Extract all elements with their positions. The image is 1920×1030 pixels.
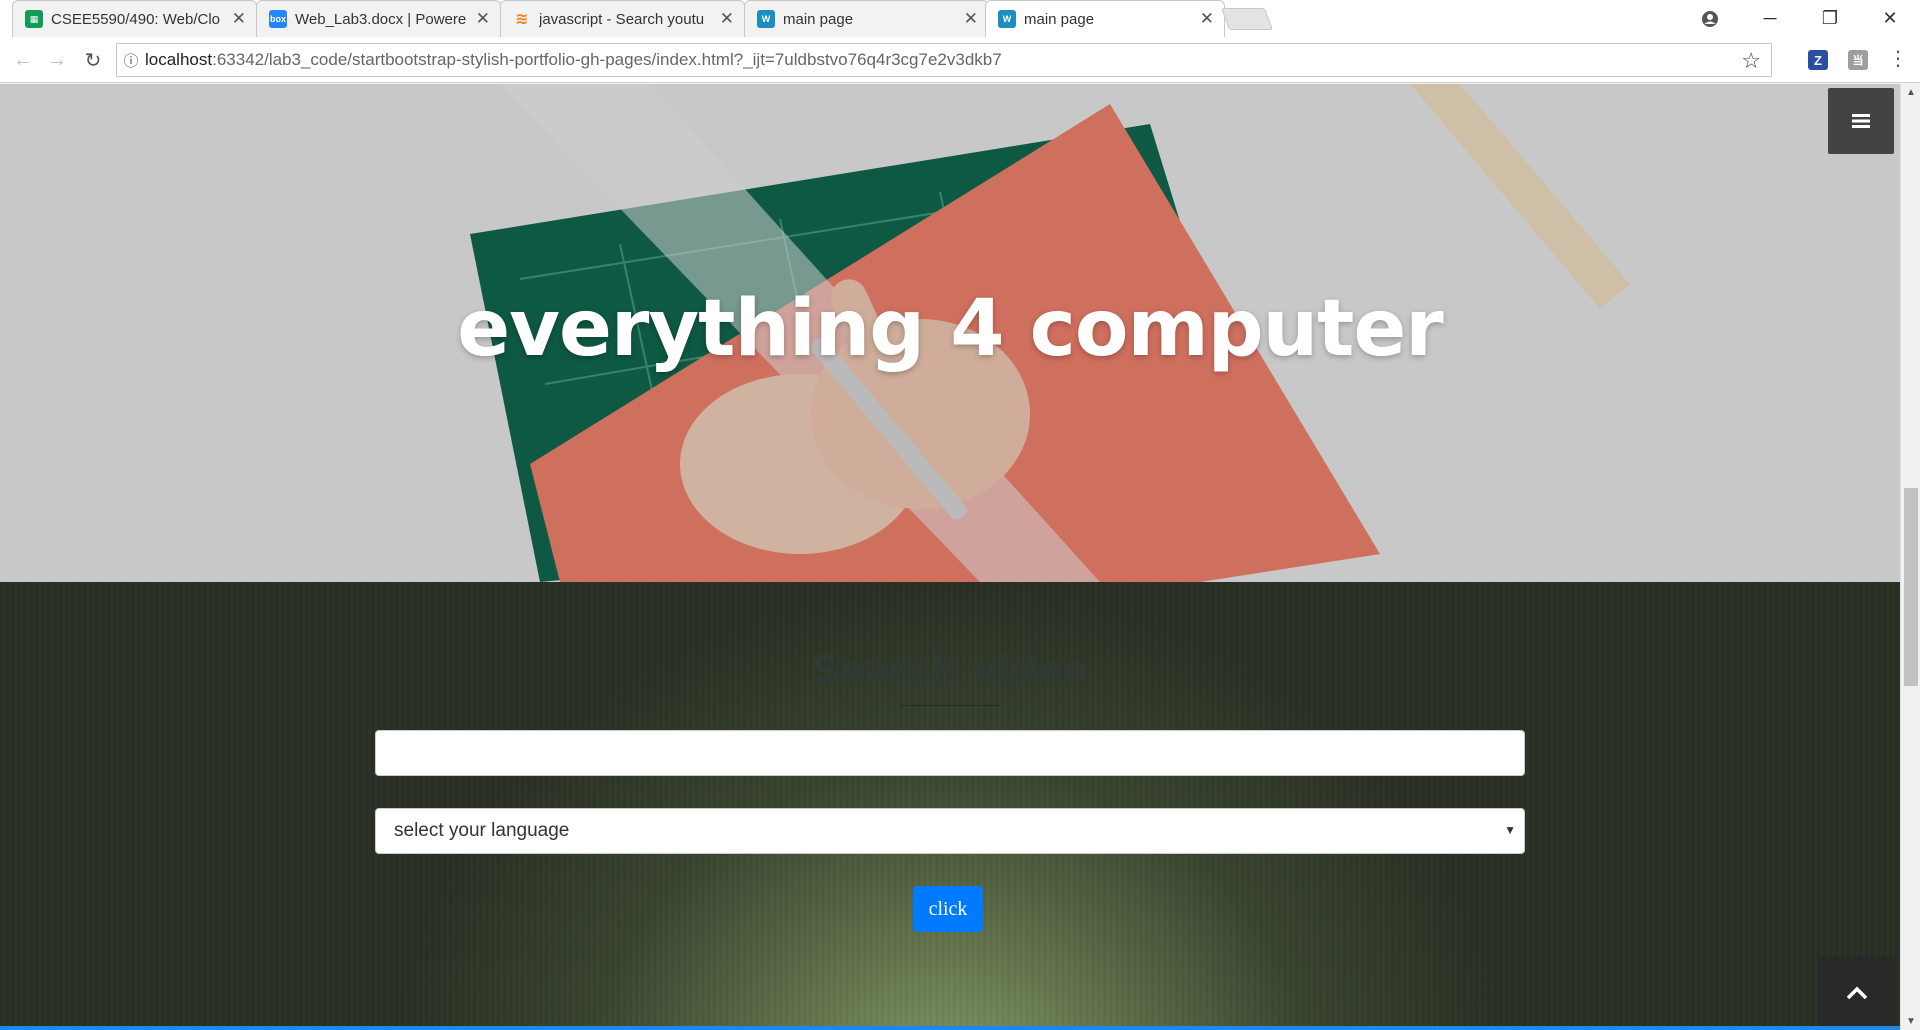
page-bottom-accent [0,1026,1900,1030]
forward-icon[interactable]: → [42,45,72,75]
tab-web-lab3[interactable]: box Web_Lab3.docx | Powere ✕ [256,0,501,37]
url-path: :63342/lab3_code/startbootstrap-stylish-… [212,50,1002,69]
close-icon[interactable]: ✕ [964,9,978,29]
close-icon[interactable]: ✕ [476,9,490,29]
extension-icon[interactable]: 当 [1848,50,1868,70]
url-text: localhost:63342/lab3_code/startbootstrap… [145,50,1002,70]
tab-strip: ▦ CSEE5590/490: Web/Clo ✕ box Web_Lab3.d… [0,0,1920,37]
tab-title: Web_Lab3.docx | Powere [295,10,467,28]
search-section: Search video select your language ▼ clic… [0,582,1900,1030]
close-icon[interactable]: ✕ [1200,9,1214,29]
tab-csee5590[interactable]: ▦ CSEE5590/490: Web/Clo ✕ [12,0,257,37]
new-tab-button[interactable] [1220,8,1274,30]
tab-title: main page [1024,10,1095,28]
hero-title: everything 4 computer [457,284,1444,374]
webstorm-icon: W [757,10,775,28]
search-input[interactable] [375,730,1525,776]
restore-icon[interactable]: ❐ [1800,0,1860,37]
webstorm-icon: W [998,10,1016,28]
scroll-down-arrow-icon[interactable]: ▼ [1901,1013,1920,1030]
minimize-icon[interactable]: ─ [1740,0,1800,37]
url-host: localhost [145,50,213,69]
click-button[interactable]: click [913,886,983,932]
box-icon: box [269,10,287,28]
tab-main-page-2[interactable]: W main page ✕ [985,0,1225,37]
address-bar[interactable]: ⓘ localhost:63342/lab3_code/startbootstr… [116,43,1772,77]
reload-icon[interactable]: ↻ [78,45,108,75]
scroll-up-arrow-icon[interactable]: ▲ [1901,84,1920,101]
heading-divider [900,705,1000,706]
chevron-up-icon [1846,986,1868,1000]
zotero-extension-icon[interactable]: Z [1808,50,1828,70]
tab-main-page-1[interactable]: W main page ✕ [744,0,989,37]
caret-down-icon: ▼ [1504,823,1516,837]
language-select[interactable]: select your language ▼ [375,808,1525,854]
stackoverflow-icon: ≋ [515,11,529,28]
back-icon[interactable]: ← [8,45,38,75]
menu-toggle-button[interactable] [1828,88,1894,154]
tab-javascript-search[interactable]: ≋ javascript - Search youtu ✕ [500,0,745,37]
window-close-icon[interactable]: ✕ [1860,0,1920,37]
hero-section: everything 4 computer [0,84,1900,582]
browser-menu-icon[interactable]: ⋮ [1888,49,1908,71]
page-scrollbar[interactable]: ▲ ▼ [1900,84,1920,1030]
scrollbar-thumb[interactable] [1904,488,1918,686]
info-icon[interactable]: ⓘ [117,50,145,71]
page-viewport: everything 4 computer Search video selec… [0,84,1900,1030]
search-heading: Search video [811,648,1089,692]
sheets-icon: ▦ [25,10,43,28]
tab-title: CSEE5590/490: Web/Clo [51,10,220,28]
scroll-to-top-button[interactable] [1818,956,1896,1030]
close-icon[interactable]: ✕ [232,9,246,29]
bookmark-star-icon[interactable]: ☆ [1741,48,1761,74]
tab-title: main page [783,10,854,28]
hamburger-icon [1852,114,1870,128]
browser-toolbar: ← → ↻ ⓘ localhost:63342/lab3_code/startb… [0,37,1920,83]
close-icon[interactable]: ✕ [720,9,734,29]
tab-title: javascript - Search youtu [539,10,705,28]
profile-icon[interactable] [1680,0,1740,37]
language-select-value: select your language [394,820,570,841]
